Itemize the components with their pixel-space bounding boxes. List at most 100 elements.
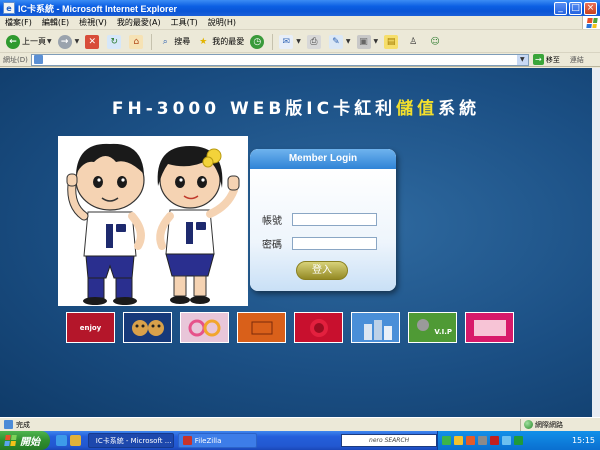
home-button[interactable]: ⌂ [126, 33, 148, 51]
maximize-button[interactable]: □ [569, 1, 582, 15]
card-thumbnail[interactable]: enjoy [66, 312, 115, 343]
page-title-highlight-2: 值 [417, 99, 439, 119]
task-ie-window[interactable]: IC卡系統 - Microsoft ... [87, 433, 174, 448]
start-label: 開始 [20, 437, 40, 448]
mail-icon: ✉ [279, 34, 294, 49]
stop-icon: ✕ [85, 34, 100, 49]
tray-antivirus-icon[interactable] [489, 436, 499, 445]
tray-msn-icon[interactable] [453, 436, 463, 445]
title-bar[interactable]: e IC卡系統 - Microsoft Internet Explorer _ … [0, 0, 600, 16]
search-icon: ⌕ [162, 36, 168, 47]
tray-update-icon[interactable] [513, 436, 523, 445]
messenger-button[interactable]: ♙ [403, 33, 425, 51]
menu-tools[interactable]: 工具(T) [166, 17, 203, 28]
card-thumbnail[interactable] [465, 312, 514, 343]
taskbar: 開始 IC卡系統 - Microsoft ... FileZilla nero … [0, 431, 600, 450]
menu-favorites[interactable]: 我的最愛(A) [112, 17, 166, 28]
back-dropdown-icon[interactable]: ▼ [47, 38, 52, 45]
boy-mascot [66, 143, 145, 305]
page-title: FH-3000 WEB版IC卡紅利儲值系統 [0, 94, 592, 119]
edit-button[interactable]: ✎ ▼ [326, 33, 354, 51]
menu-file[interactable]: 檔案(F) [0, 17, 37, 28]
favorites-button[interactable]: ★ 我的最愛 [193, 33, 247, 51]
ie-quicklaunch-icon[interactable] [55, 435, 67, 446]
page-title-text: FH-3000 WEB版IC卡紅利 [111, 99, 397, 119]
minimize-button[interactable]: _ [554, 1, 567, 15]
menu-help[interactable]: 說明(H) [203, 17, 241, 28]
system-tray: 15:15 [436, 431, 600, 450]
start-button[interactable]: 開始 [0, 431, 50, 450]
quick-launch [55, 435, 84, 446]
card-thumbnail[interactable]: V.I.P [408, 312, 457, 343]
links-button[interactable]: 連結 [570, 55, 584, 65]
history-icon: ◷ [250, 34, 265, 49]
login-button[interactable]: 登入 [296, 261, 348, 280]
address-input[interactable]: ▼ [30, 53, 529, 66]
page-icon [33, 55, 43, 64]
task-label: FileZilla [194, 436, 222, 445]
research-button[interactable]: ▤ [381, 33, 403, 51]
tray-volume-icon[interactable] [501, 436, 511, 445]
fashion-image [473, 319, 506, 336]
refresh-button[interactable]: ↻ [104, 33, 126, 51]
menu-edit[interactable]: 編輯(E) [37, 17, 74, 28]
discuss-button[interactable]: ▣ ▼ [354, 33, 382, 51]
status-bar: 完成 網際網路 [0, 417, 600, 431]
mail-dropdown-icon[interactable]: ▼ [296, 38, 301, 45]
edit-dropdown-icon[interactable]: ▼ [346, 38, 351, 45]
page-title-highlight-1: 儲 [396, 99, 418, 119]
forward-arrow-icon: → [57, 34, 72, 49]
msn-button[interactable]: ☺ [425, 33, 447, 51]
windows-logo-icon [4, 435, 17, 446]
card-thumbnail[interactable] [180, 312, 229, 343]
account-label: 帳號 [262, 216, 282, 227]
forward-dropdown-icon[interactable]: ▼ [75, 38, 80, 45]
tray-security-icon[interactable] [465, 436, 475, 445]
mail-button[interactable]: ✉ ▼ [276, 33, 304, 51]
member-login-panel: Member Login 帳號 密碼 登入 [250, 149, 396, 291]
window-title: IC卡系統 - Microsoft Internet Explorer [18, 3, 178, 14]
toolbar: ← 上一頁 ▼ → ▼ ✕ ↻ ⌂ ⌕ 搜尋 ★ 我的最愛 ◷ ✉ ▼ ⎙ ✎ … [0, 31, 600, 53]
search-button[interactable]: ⌕ 搜尋 [155, 33, 193, 51]
card-thumbnail[interactable] [294, 312, 343, 343]
task-filezilla[interactable]: FileZilla [177, 433, 258, 448]
discuss-dropdown-icon[interactable]: ▼ [374, 38, 379, 45]
research-icon: ▤ [384, 34, 399, 49]
menu-view[interactable]: 檢視(V) [74, 17, 112, 28]
home-icon: ⌂ [129, 34, 144, 49]
stop-button[interactable]: ✕ [82, 33, 104, 51]
go-button[interactable]: → 移至 [532, 54, 560, 65]
menu-bar: 檔案(F) 編輯(E) 檢視(V) 我的最愛(A) 工具(T) 說明(H) [0, 16, 600, 30]
card-thumbnail[interactable] [237, 312, 286, 343]
toolbar-separator [272, 33, 274, 50]
address-label: 網址(D) [3, 55, 28, 64]
back-button[interactable]: ← 上一頁 ▼ [3, 33, 55, 51]
forward-button[interactable]: → ▼ [55, 33, 83, 51]
address-bar: 網址(D) ▼ → 移至 連結 [0, 53, 600, 67]
discuss-icon: ▣ [356, 34, 371, 49]
vertical-scrollbar[interactable] [592, 68, 600, 417]
nero-search-toolbar[interactable]: nero SEARCH [341, 434, 437, 447]
print-button[interactable]: ⎙ [304, 33, 326, 51]
internet-globe-icon [524, 420, 533, 429]
account-input[interactable] [292, 213, 377, 226]
back-label: 上一頁 [22, 37, 46, 46]
history-button[interactable]: ◷ [247, 33, 269, 51]
printer-icon: ⎙ [306, 34, 321, 49]
mascot-illustration [58, 136, 248, 306]
toolbar-separator [151, 33, 153, 50]
desktop-quicklaunch-icon[interactable] [69, 435, 81, 446]
account-row: 帳號 [262, 212, 377, 227]
card-thumbnail[interactable] [351, 312, 400, 343]
koala-image [417, 319, 429, 331]
card-gallery: enjoy V.I.P [66, 312, 522, 343]
refresh-icon: ↻ [107, 34, 122, 49]
go-label: 移至 [545, 55, 560, 64]
close-button[interactable]: × [584, 1, 597, 15]
tray-arrow-icon[interactable] [441, 436, 451, 445]
tray-network-icon[interactable] [477, 436, 487, 445]
page-done-icon [4, 420, 13, 429]
address-dropdown-icon[interactable]: ▼ [516, 54, 528, 65]
password-input[interactable] [292, 237, 377, 250]
card-thumbnail[interactable] [123, 312, 172, 343]
